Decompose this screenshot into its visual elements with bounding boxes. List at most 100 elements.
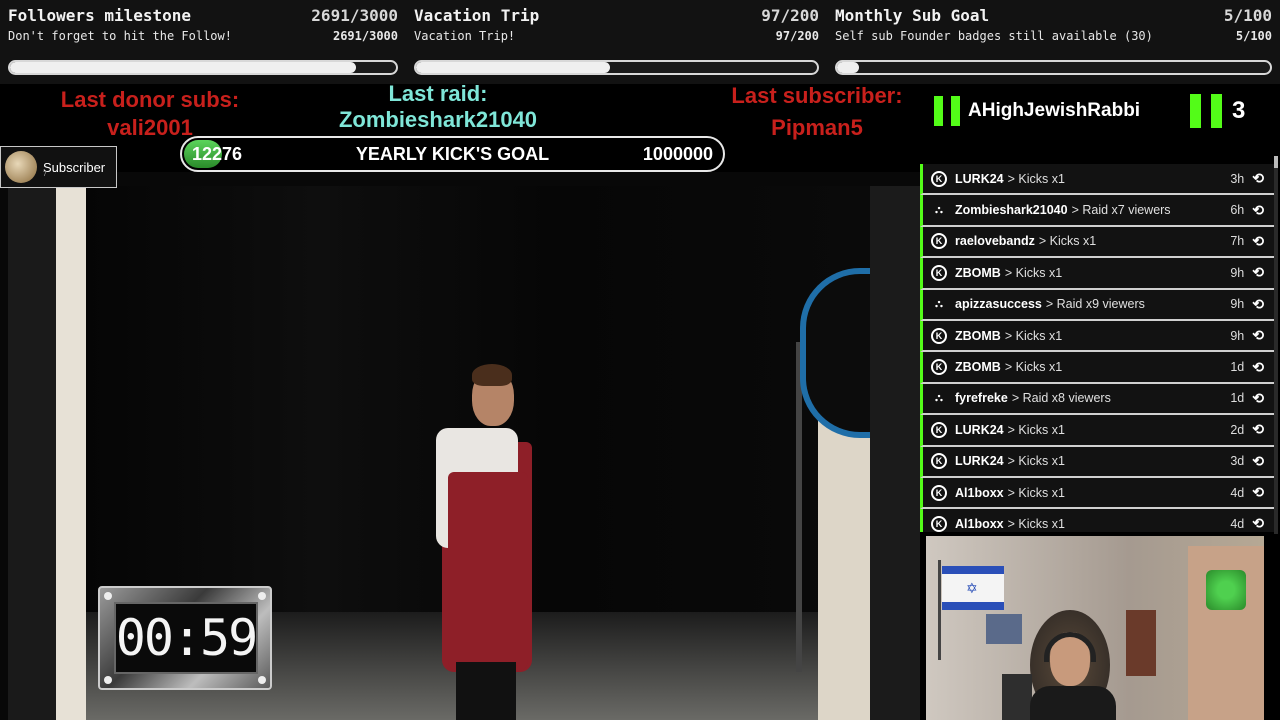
event-time: 4d xyxy=(1230,485,1245,500)
screw-icon xyxy=(258,676,266,684)
event-time: 3d xyxy=(1230,454,1245,469)
event-time: 3h xyxy=(1230,171,1245,186)
event-action: > Kicks x1 xyxy=(1004,328,1063,343)
kick-icon: K xyxy=(931,453,947,470)
replay-icon[interactable]: ⟲ xyxy=(1252,327,1264,344)
avatar xyxy=(5,151,37,183)
goal-progress-fill xyxy=(416,62,611,73)
scene-left-frame xyxy=(8,186,56,720)
event-row: K ZBOMB > Kicks x1 1d ⟲ xyxy=(920,352,1274,384)
goal-title: Vacation Trip xyxy=(414,6,540,25)
event-row: K ZBOMB > Kicks x1 9h ⟲ xyxy=(920,320,1274,353)
raid-icon: ⛬ xyxy=(935,391,943,404)
scene-left-wall xyxy=(56,186,86,720)
event-row: ⛬ Zombieshark21040 > Raid x7 viewers 6h ⟲ xyxy=(920,195,1274,227)
event-action: > Raid x8 viewers xyxy=(1011,391,1111,406)
event-username: LURK24 xyxy=(955,422,1004,437)
event-time: 9h xyxy=(1230,265,1245,280)
kick-icon: K xyxy=(931,484,947,501)
event-row: ⛬ fyrefreke > Raid x8 viewers 1d ⟲ xyxy=(920,383,1274,416)
chair xyxy=(1002,674,1032,720)
last-raid-label: Last raid: xyxy=(388,81,488,106)
event-action: > Raid x9 viewers xyxy=(1045,297,1145,312)
scroll-thumb[interactable] xyxy=(1274,156,1278,168)
goal-subtitle: Self sub Founder badges still available … xyxy=(835,29,1153,43)
israel-flag-icon: ✡ xyxy=(942,566,1004,610)
raid-icon: ⛬ xyxy=(935,297,943,310)
subscriber-label: Subscriber xyxy=(43,159,106,175)
replay-icon[interactable]: ⟲ xyxy=(1252,421,1264,438)
yearly-goal-target: 1000000 xyxy=(642,144,713,164)
replay-icon[interactable]: ⟲ xyxy=(1252,170,1264,187)
goal-subcount: 2691/3000 xyxy=(332,29,398,43)
streamer-torso xyxy=(1030,686,1116,720)
event-action: > Kicks x1 xyxy=(1007,422,1065,437)
scene-right-frame xyxy=(870,186,920,720)
goal-progress-fill xyxy=(837,62,859,73)
kick-icon: K xyxy=(931,264,947,281)
kick-logo-icon xyxy=(1190,94,1222,128)
event-username: fyrefreke xyxy=(955,391,1008,406)
event-username: ZBOMB xyxy=(955,328,1001,343)
kick-username: AHighJewishRabbi xyxy=(968,100,1141,121)
replay-icon[interactable]: ⟲ xyxy=(1252,264,1264,281)
event-row: ⛬ apizzasuccess > Raid x9 viewers 9h ⟲ xyxy=(920,289,1274,321)
scene-right-wall xyxy=(818,402,870,720)
goal-progress-fill xyxy=(10,62,357,73)
event-row: Kraelovebandz > Kicks x1 7h ⟲ xyxy=(920,226,1274,259)
event-time: 9h xyxy=(1230,328,1245,343)
kick-icon: K xyxy=(931,515,947,532)
event-action: > Kicks x1 xyxy=(1004,360,1063,375)
event-row: K ZBOMB > Kicks x1 9h ⟲ xyxy=(920,258,1274,290)
flag-pole xyxy=(938,560,941,660)
event-action: > Kicks x1 xyxy=(1004,265,1063,280)
goal-progress-bar xyxy=(8,60,398,75)
replay-icon[interactable]: ⟲ xyxy=(1252,202,1264,219)
replay-icon[interactable]: ⟲ xyxy=(1252,296,1264,313)
goal-subtitle: Vacation Trip! xyxy=(414,29,516,43)
kick-counter: 3 xyxy=(1190,94,1245,128)
replay-icon[interactable]: ⟲ xyxy=(1252,359,1264,376)
last-subscriber-name: Pipman5 xyxy=(771,115,863,140)
event-username: apizzasuccess xyxy=(955,297,1042,312)
event-time: 4d xyxy=(1230,516,1245,531)
shelf xyxy=(1126,610,1156,676)
person-apron-front xyxy=(448,472,528,672)
replay-icon[interactable]: ⟲ xyxy=(1252,484,1264,501)
goal-followers: Followers milestone 2691/3000 Don't forg… xyxy=(0,0,406,84)
goal-subcount: 5/100 xyxy=(1235,29,1272,43)
goal-progress-bar xyxy=(414,60,819,75)
last-donor-label: Last donor subs: xyxy=(60,87,240,112)
kick-icon: K xyxy=(931,170,947,187)
event-action: > Kicks x1 xyxy=(1007,454,1065,469)
subscriber-chip: Subscriber 7 xyxy=(0,146,117,188)
event-time: 6h xyxy=(1230,203,1245,218)
goal-progress-bar xyxy=(835,60,1272,75)
person-legs xyxy=(456,662,516,720)
raid-icon: ⛬ xyxy=(935,203,943,216)
event-action: > Raid x7 viewers xyxy=(1071,203,1171,218)
webcam-feed: ✡ xyxy=(926,536,1264,720)
goal-count: 5/100 xyxy=(1223,6,1272,25)
kick-logo-icon xyxy=(934,96,960,126)
replay-icon[interactable]: ⟲ xyxy=(1252,453,1264,470)
event-action: > Kicks x1 xyxy=(1038,234,1097,249)
event-row: K LURK24 > Kicks x1 3h ⟲ xyxy=(920,164,1274,196)
replay-icon[interactable]: ⟲ xyxy=(1252,390,1264,407)
countdown-timer: 00:59 xyxy=(98,586,272,690)
replay-icon[interactable]: ⟲ xyxy=(1252,515,1264,532)
stream-video: 00:59 xyxy=(0,172,920,720)
goal-monthly-sub: Monthly Sub Goal 5/100 Self sub Founder … xyxy=(827,0,1280,84)
event-action: > Kicks x1 xyxy=(1007,516,1065,531)
event-time: 1d xyxy=(1230,391,1245,406)
event-action: > Kicks x1 xyxy=(1007,485,1065,500)
event-username: ZBOMB xyxy=(955,360,1001,375)
event-row: K LURK24 > Kicks x1 2d ⟲ xyxy=(920,415,1274,447)
event-username: LURK24 xyxy=(955,454,1004,469)
event-username: ZBOMB xyxy=(955,265,1001,280)
goal-title: Followers milestone xyxy=(8,6,192,25)
event-username: Al1boxx xyxy=(955,485,1004,500)
replay-icon[interactable]: ⟲ xyxy=(1252,233,1264,250)
event-list-scrollbar[interactable] xyxy=(1274,156,1278,534)
event-username: Zombieshark21040 xyxy=(955,203,1068,218)
